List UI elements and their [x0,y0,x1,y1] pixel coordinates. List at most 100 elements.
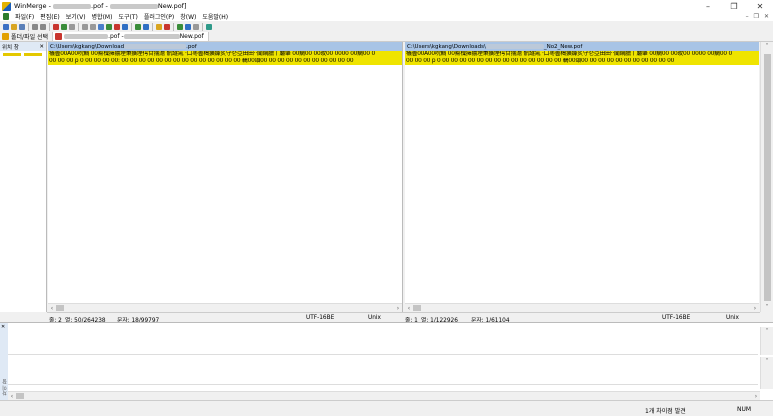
menu-plugins[interactable]: 플러그인(P) [141,12,177,21]
scroll-thumb[interactable] [56,305,64,311]
redacted-filename [64,34,109,39]
view-icon[interactable] [193,23,199,30]
last-diff-icon[interactable] [90,23,96,30]
status-bar: 1개 차이점 발견 NUM [0,400,773,416]
left-diff-line-1[interactable]: 犠曇00A00唍鯛 00鮤檁擁擃堙秉擴堙偔甘揣澹 骯譢氝 ·口枣曇楬擴嫝炙守仑亞… [48,51,402,58]
copy-left-icon[interactable] [106,23,112,30]
toolbar-separator [28,22,29,31]
open-icon[interactable] [11,23,17,30]
title-bar: WinMerge - .pof - New.pof] – ❐ ✕ [0,0,773,12]
mdi-close-button[interactable]: ✕ [764,13,769,20]
scroll-thumb[interactable] [16,393,24,399]
right-diff-line-2[interactable]: 00 00 00 p 0 00 00 00 00 00 00 00 00 00 … [405,58,759,65]
redo-icon[interactable] [40,23,46,30]
window-title: WinMerge - .pof - New.pof] [14,2,187,10]
document-tab-bar: 폴더/파일 선택 .pof - New.pof [0,32,773,42]
arrow-left-icon[interactable] [114,23,120,30]
redacted-filename [485,44,544,49]
diff-pane-label: 차이 창 [2,379,8,396]
location-pane-close-icon[interactable]: ✕ [39,44,44,50]
refresh-icon[interactable] [164,23,170,30]
left-eol-status[interactable]: Unix [368,315,381,321]
mdi-restore-button[interactable]: ❐ [754,13,759,20]
diff-pane[interactable]: ✕ 차이 창 ˄ ˄ ‹ › [0,322,773,401]
scroll-up-icon[interactable]: ˄ [761,42,773,51]
document-icon[interactable] [3,13,9,20]
restore-button[interactable]: ❐ [721,0,747,12]
right-path-end: _No2_New.pof [543,43,583,50]
menu-window[interactable]: 창(W) [177,12,199,21]
right-horizontal-scrollbar[interactable]: ‹ › [405,303,759,312]
toolbar-separator [173,22,174,31]
scroll-up-icon[interactable]: ˄ [761,327,773,336]
pane-info-bar: 줄: 2 열: 50/264238 문자: 18/99797 UTF-16BE … [47,312,760,324]
right-eol-status[interactable]: Unix [726,315,739,321]
menu-help[interactable]: 도움말(H) [199,12,231,21]
location-pane[interactable]: 위치 창 ✕ [0,42,47,312]
folder-icon [2,33,9,40]
left-horizontal-scrollbar[interactable]: ‹ › [48,303,402,312]
copy-all-left-icon[interactable] [143,23,149,30]
right-file-pane[interactable]: C:\Users\kgkang\Downloads\ _No2_New.pof … [405,42,759,312]
new-icon[interactable] [3,23,9,30]
save-icon[interactable] [19,23,25,30]
scroll-right-icon[interactable]: › [394,305,402,312]
scroll-right-icon[interactable]: › [751,305,759,312]
mdi-controls: – ❐ ✕ [746,12,769,21]
menu-tools[interactable]: 도구(T) [115,12,140,21]
diff-pane-scrollbar-top[interactable]: ˄ [760,327,773,355]
scroll-left-icon[interactable]: ‹ [8,393,16,400]
arrow-right-icon[interactable] [122,23,128,30]
toolbar [0,21,773,32]
copy-right-icon[interactable] [98,23,104,30]
scroll-up-icon[interactable]: ˄ [761,357,773,366]
right-encoding-status[interactable]: UTF-16BE [662,315,690,321]
redacted-filename [123,34,180,39]
diff-pane-left-row[interactable] [8,327,758,355]
undo-icon[interactable] [32,23,38,30]
copy-all-right-icon[interactable] [135,23,141,30]
diff-pane-right-row[interactable] [8,357,758,385]
options-icon[interactable] [185,23,191,30]
first-diff-icon[interactable] [53,23,59,30]
diff-pane-scrollbar-bottom[interactable]: ˄ [760,357,773,389]
left-file-pane[interactable]: C:\Users\kgkang\Download .pof 犠曇00A00唍鯛 … [48,42,403,312]
diff-pane-close-icon[interactable]: ✕ [1,324,5,330]
menu-file[interactable]: 파일(F) [12,12,37,21]
redacted-filename [109,3,158,9]
scroll-left-icon[interactable]: ‹ [405,305,413,312]
left-path-start: C:\Users\kgkang\Download [50,43,125,50]
location-diff-marker-left [3,53,21,56]
tab-select-files[interactable]: 폴더/파일 선택 [0,32,54,41]
location-diff-marker-right [24,53,42,56]
scroll-left-icon[interactable]: ‹ [48,305,56,312]
vertical-scrollbar[interactable]: ˄ ˅ [760,42,773,312]
scroll-down-icon[interactable]: ˅ [761,303,773,312]
location-pane-header: 위치 창 ✕ [0,42,46,51]
vertical-scroll-thumb[interactable] [764,54,771,301]
compare-icon[interactable] [177,23,183,30]
next-diff-icon[interactable] [69,23,75,30]
right-diff-line-1[interactable]: 犠曇00A00唍鯛 00鮤檁擁擃堙秉擴堙偔甘揣澹 骯譢氝 ·口枣曇楬擴嫝炙守仑亞… [405,51,759,58]
diff-count-status: 1개 차이점 발견 [645,408,686,415]
menu-edit[interactable]: 편집(E) [37,12,63,21]
mdi-minimize-button[interactable]: – [746,13,749,20]
scroll-right-icon[interactable]: › [752,393,760,400]
tab-file-compare[interactable]: .pof - New.pof [53,32,209,41]
menu-view[interactable]: 보기(V) [63,12,89,21]
left-diff-line-2[interactable]: 00 00 00 p 0 00 00 00 00: 00 00 00 00 00… [48,58,402,65]
close-button[interactable]: ✕ [747,0,773,12]
window-controls: – ❐ ✕ [695,0,773,12]
diff-pane-horizontal-scrollbar[interactable]: ‹ › [8,391,760,400]
plugin-icon[interactable] [156,23,162,30]
prev-diff-icon[interactable] [61,23,67,30]
current-diff-icon[interactable] [82,23,88,30]
left-encoding-status[interactable]: UTF-16BE [306,315,334,321]
menu-merge[interactable]: 병합(M) [89,12,116,21]
redacted-filename [124,44,187,49]
minimize-button[interactable]: – [695,0,721,12]
settings-icon[interactable] [206,23,212,30]
num-lock-status: NUM [737,406,752,413]
tab-label-mid: .pof - [108,33,124,40]
scroll-thumb[interactable] [413,305,421,311]
